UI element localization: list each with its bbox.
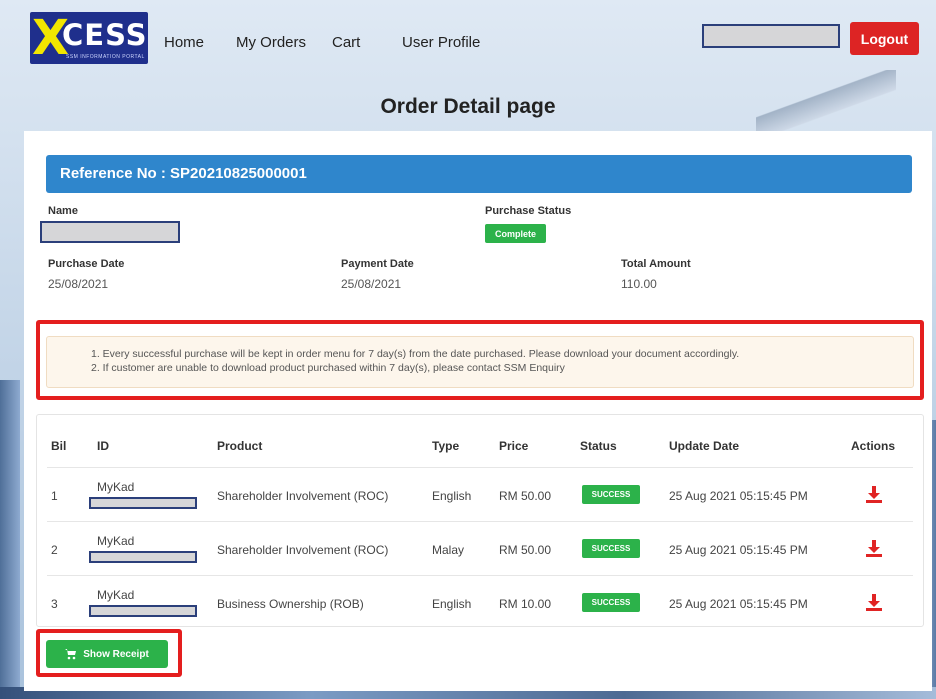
nav-links: Home My Orders Cart User Profile <box>164 34 480 51</box>
status-badge: SUCCESS <box>582 485 640 504</box>
header-status: Status <box>580 439 617 453</box>
navbar: X CESS SSM INFORMATION PORTAL Home My Or… <box>30 12 920 68</box>
page-title: Order Detail page <box>380 95 556 118</box>
header-type: Type <box>432 439 460 453</box>
cell-product: Shareholder Involvement (ROC) <box>217 543 389 557</box>
cell-price: RM 10.00 <box>499 597 552 611</box>
cell-id-redacted <box>89 605 197 617</box>
purchase-status-label: Purchase Status <box>485 205 572 217</box>
table-row: 1 MyKad Shareholder Involvement (ROC) En… <box>37 467 923 521</box>
cell-product: Business Ownership (ROB) <box>217 597 364 611</box>
show-receipt-label: Show Receipt <box>83 648 149 660</box>
logout-button[interactable]: Logout <box>850 22 919 55</box>
cell-id-type: MyKad <box>97 534 135 548</box>
table-row: 2 MyKad Shareholder Involvement (ROC) Ma… <box>37 521 923 575</box>
logo-subtitle: SSM INFORMATION PORTAL <box>66 54 145 60</box>
nav-user-profile[interactable]: User Profile <box>402 34 480 51</box>
payment-date-value: 25/08/2021 <box>341 277 402 291</box>
download-icon[interactable] <box>865 593 883 611</box>
reference-number-bar: Reference No : SP20210825000001 <box>46 155 912 193</box>
cell-id-type: MyKad <box>97 480 135 494</box>
download-icon[interactable] <box>865 485 883 503</box>
cart-icon <box>65 648 77 659</box>
table-row: 3 MyKad Business Ownership (ROB) English… <box>37 575 923 629</box>
purchase-date-value: 25/08/2021 <box>48 277 109 291</box>
name-value-redacted <box>40 221 180 243</box>
download-icon[interactable] <box>865 539 883 557</box>
order-items-table: Bil ID Product Type Price Status Update … <box>36 414 924 627</box>
logo-text: CESS <box>62 18 148 52</box>
cell-bil: 1 <box>51 489 58 503</box>
cell-update-date: 25 Aug 2021 05:15:45 PM <box>669 543 808 557</box>
cell-type: English <box>432 489 472 503</box>
header-product: Product <box>217 439 263 453</box>
notice-line-1: 1. Every successful purchase will be kep… <box>91 348 740 360</box>
nav-home[interactable]: Home <box>164 34 236 51</box>
background-building-left <box>0 380 20 699</box>
payment-date-label: Payment Date <box>341 258 414 270</box>
cell-update-date: 25 Aug 2021 05:15:45 PM <box>669 489 808 503</box>
notice-line-2: 2. If customer are unable to download pr… <box>91 362 565 374</box>
cell-type: English <box>432 597 472 611</box>
purchase-date-label: Purchase Date <box>48 258 125 270</box>
status-badge: SUCCESS <box>582 539 640 558</box>
cell-product: Shareholder Involvement (ROC) <box>217 489 389 503</box>
header-bil: Bil <box>51 439 67 453</box>
total-amount-label: Total Amount <box>621 258 691 270</box>
header-id: ID <box>97 439 109 453</box>
cell-id-redacted <box>89 551 197 563</box>
name-label: Name <box>48 205 78 217</box>
cell-bil: 2 <box>51 543 58 557</box>
nav-my-orders[interactable]: My Orders <box>236 34 332 51</box>
show-receipt-button[interactable]: Show Receipt <box>46 640 168 668</box>
total-amount-value: 110.00 <box>621 277 657 291</box>
notice-box: 1. Every successful purchase will be kep… <box>46 336 914 388</box>
xcess-logo[interactable]: X CESS SSM INFORMATION PORTAL <box>30 12 148 64</box>
header-update-date: Update Date <box>669 439 740 453</box>
cell-id-redacted <box>89 497 197 509</box>
header-price: Price <box>499 439 529 453</box>
cell-type: Malay <box>432 543 465 557</box>
username-redacted <box>702 24 840 48</box>
purchase-status-badge: Complete <box>485 224 546 243</box>
cell-price: RM 50.00 <box>499 543 552 557</box>
cell-bil: 3 <box>51 597 58 611</box>
cell-id-type: MyKad <box>97 588 135 602</box>
header-actions: Actions <box>851 439 896 453</box>
cell-update-date: 25 Aug 2021 05:15:45 PM <box>669 597 808 611</box>
cell-price: RM 50.00 <box>499 489 552 503</box>
order-detail-card: Reference No : SP20210825000001 Name Pur… <box>24 131 932 691</box>
nav-cart[interactable]: Cart <box>332 34 402 51</box>
status-badge: SUCCESS <box>582 593 640 612</box>
